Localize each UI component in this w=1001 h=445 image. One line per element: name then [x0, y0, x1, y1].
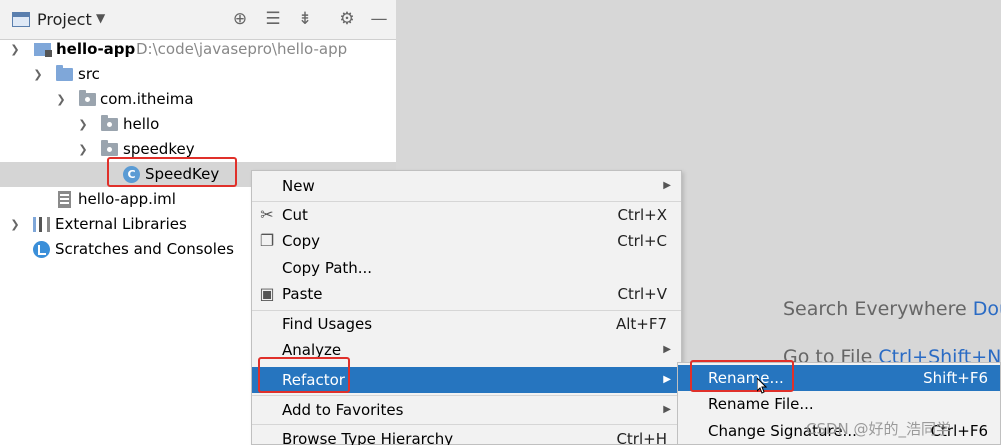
scissors-icon: ✂	[260, 205, 274, 224]
tree-item-label: SpeedKey	[145, 165, 220, 183]
chevron-down-icon[interactable]: ❯	[55, 87, 67, 112]
menu-item-shortcut: Ctrl+H	[616, 430, 667, 445]
menu-item-copy-path[interactable]: Copy Path...	[252, 255, 681, 281]
tree-item-hello[interactable]: ❯ hello	[0, 112, 396, 137]
chevron-right-icon[interactable]: ❯	[9, 212, 21, 237]
menu-item-add-to-favorites[interactable]: Add to Favorites ▶	[252, 397, 681, 423]
mouse-cursor-icon	[757, 378, 767, 394]
menu-item-label: Find Usages	[282, 315, 373, 333]
gear-icon[interactable]: ⚙	[336, 8, 358, 30]
tree-item-hello-app[interactable]: ❯ hello-app D:\code\javasepro\hello-app	[0, 37, 396, 62]
tree-item-label: Scratches and Consoles	[55, 240, 234, 258]
tree-item-path: D:\code\javasepro\hello-app	[136, 40, 348, 58]
scratch-icon	[33, 241, 50, 258]
project-window-icon	[12, 12, 30, 27]
menu-item-browse-type-hierarchy[interactable]: Browse Type Hierarchy Ctrl+H	[252, 426, 681, 445]
menu-item-label: Analyze	[282, 341, 342, 359]
menu-item-shortcut: Ctrl+X	[617, 206, 667, 224]
collapse-all-icon[interactable]: ⇟	[294, 8, 316, 30]
menu-item-paste[interactable]: ▣ Paste Ctrl+V	[252, 281, 681, 307]
menu-item-shortcut: Alt+F7	[615, 315, 667, 333]
submenu-arrow-icon: ▶	[663, 180, 671, 191]
project-panel-header: Project ▼ ⊕ ☰ ⇟ ⚙ —	[0, 0, 396, 40]
menu-item-label: Browse Type Hierarchy	[282, 430, 454, 445]
menu-item-label: Copy	[282, 232, 321, 250]
submenu-arrow-icon: ▶	[663, 404, 671, 415]
submenu-item-rename-file[interactable]: Rename File...	[678, 391, 1000, 417]
copy-icon: ❐	[259, 231, 275, 250]
menu-item-refactor[interactable]: Refactor ▶	[252, 367, 681, 393]
java-class-icon: C	[123, 166, 140, 183]
chevron-down-icon[interactable]: ❯	[9, 37, 21, 62]
submenu-item-rename[interactable]: Rename... Shift+F6	[678, 365, 1000, 391]
source-folder-icon	[56, 65, 73, 81]
hint-shortcut: Dou	[972, 298, 1001, 320]
paste-icon: ▣	[259, 284, 275, 303]
chevron-right-icon[interactable]: ❯	[77, 112, 89, 137]
chevron-down-icon[interactable]: ❯	[77, 137, 89, 162]
hint-text: Search Everywhere	[783, 298, 967, 320]
menu-separator	[252, 395, 681, 396]
menu-item-label: Rename...	[708, 369, 784, 387]
search-everywhere-hint: Search Everywhere Dou	[783, 298, 1001, 320]
menu-item-label: Cut	[282, 206, 308, 224]
chevron-down-icon[interactable]: ▼	[96, 11, 105, 25]
menu-item-analyze[interactable]: Analyze ▶	[252, 337, 681, 363]
package-icon	[79, 90, 96, 106]
menu-item-find-usages[interactable]: Find Usages Alt+F7	[252, 311, 681, 337]
menu-item-label: Paste	[282, 285, 323, 303]
project-panel-title[interactable]: Project	[37, 10, 92, 29]
menu-item-label: Refactor	[282, 371, 345, 389]
module-folder-icon	[34, 43, 52, 57]
tree-item-label: com.itheima	[100, 90, 194, 108]
library-icon	[33, 217, 50, 232]
menu-item-new[interactable]: New ▶	[252, 173, 681, 199]
package-icon	[101, 140, 118, 156]
tree-item-label: hello-app.iml	[78, 190, 176, 208]
menu-item-copy[interactable]: ❐ Copy Ctrl+C	[252, 228, 681, 254]
submenu-arrow-icon: ▶	[663, 344, 671, 355]
tree-item-label: src	[78, 65, 100, 83]
menu-item-shortcut: Ctrl+V	[617, 285, 667, 303]
minimize-icon[interactable]: —	[368, 8, 390, 30]
menu-item-label: Copy Path...	[282, 259, 373, 277]
tree-item-speedkey[interactable]: ❯ speedkey	[0, 137, 396, 162]
iml-file-icon	[58, 191, 71, 208]
submenu-arrow-icon: ▶	[663, 374, 671, 385]
tree-item-label: External Libraries	[55, 215, 187, 233]
menu-item-label: Add to Favorites	[282, 401, 404, 419]
tree-item-com-itheima[interactable]: ❯ com.itheima	[0, 87, 396, 112]
menu-separator	[252, 424, 681, 425]
menu-item-shortcut: Shift+F6	[923, 369, 988, 387]
package-icon	[101, 115, 118, 131]
tree-item-src[interactable]: ❯ src	[0, 62, 396, 87]
tree-item-label: hello-app	[56, 40, 136, 58]
menu-item-shortcut: Ctrl+C	[617, 232, 667, 250]
menu-item-label: New	[282, 177, 315, 195]
crosshair-icon[interactable]: ⊕	[229, 8, 251, 30]
chevron-down-icon[interactable]: ❯	[32, 62, 44, 87]
tree-item-label: hello	[123, 115, 160, 133]
tree-item-label: speedkey	[123, 140, 195, 158]
watermark: CSDN @好的_浩同学	[806, 420, 952, 438]
menu-item-label: Rename File...	[708, 395, 814, 413]
expand-all-icon[interactable]: ☰	[262, 8, 284, 30]
context-menu: New ▶ ✂ Cut Ctrl+X ❐ Copy Ctrl+C Copy Pa…	[251, 170, 682, 445]
menu-item-cut[interactable]: ✂ Cut Ctrl+X	[252, 202, 681, 228]
